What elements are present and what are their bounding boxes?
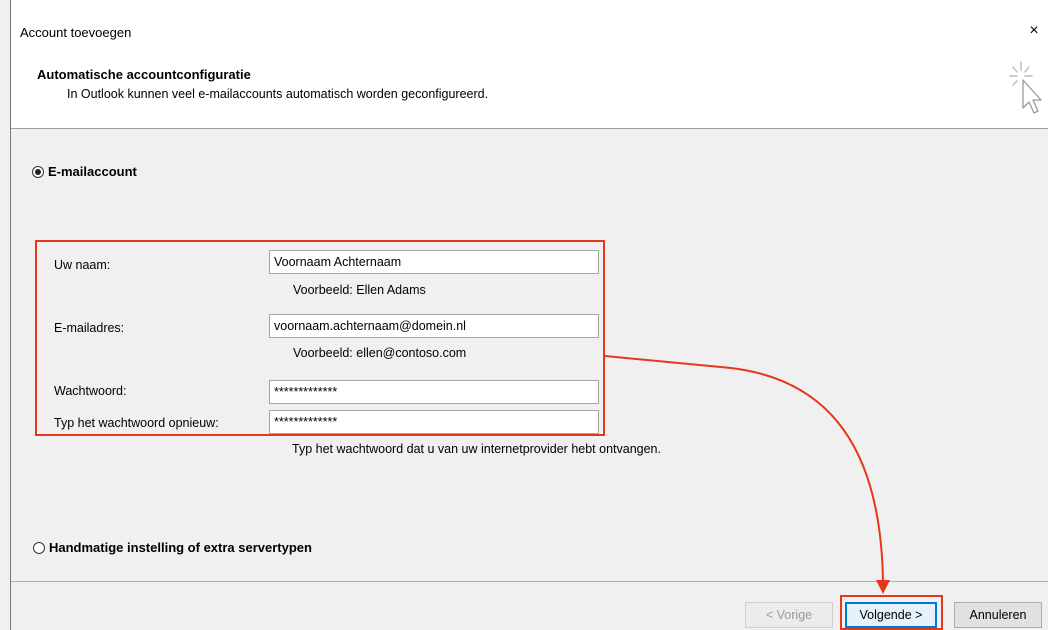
password-hint: Typ het wachtwoord dat u van uw internet… <box>292 442 661 456</box>
manual-setup-option[interactable]: Handmatige instelling of extra servertyp… <box>33 540 312 555</box>
email-account-option[interactable]: E-mailaccount <box>32 164 137 179</box>
window-title: Account toevoegen <box>20 25 132 40</box>
name-field[interactable]: Voornaam Achternaam <box>269 250 599 274</box>
password-repeat-label: Typ het wachtwoord opnieuw: <box>54 416 219 430</box>
close-button[interactable]: × <box>1019 18 1048 44</box>
email-account-label: E-mailaccount <box>48 164 137 179</box>
email-example: Voorbeeld: ellen@contoso.com <box>293 346 467 360</box>
password-label: Wachtwoord: <box>54 384 127 398</box>
cancel-button[interactable]: Annuleren <box>954 602 1042 628</box>
name-label: Uw naam: <box>54 258 111 272</box>
manual-setup-radio[interactable] <box>33 541 45 554</box>
email-field[interactable]: voornaam.achternaam@domein.nl <box>269 314 599 338</box>
wizard-header: Automatische accountconfiguratie In Outl… <box>11 50 1048 129</box>
footer-divider <box>11 581 1048 582</box>
name-example: Voorbeeld: Ellen Adams <box>293 283 426 297</box>
manual-setup-label: Handmatige instelling of extra servertyp… <box>49 540 312 555</box>
add-account-dialog: Account toevoegen × Automatische account… <box>10 0 1048 630</box>
next-button[interactable]: Volgende > <box>845 602 937 628</box>
password-repeat-field[interactable]: ************* <box>269 410 599 434</box>
title-bar: Account toevoegen × <box>11 0 1048 50</box>
wizard-sparkle-cursor-icon <box>1009 61 1042 114</box>
back-button[interactable]: < Vorige <box>745 602 833 628</box>
email-account-radio[interactable] <box>32 165 44 178</box>
password-field[interactable]: ************* <box>269 380 599 404</box>
header-subtitle: In Outlook kunnen veel e-mailaccounts au… <box>67 87 489 101</box>
email-label: E-mailadres: <box>54 321 125 335</box>
header-title: Automatische accountconfiguratie <box>37 67 251 82</box>
